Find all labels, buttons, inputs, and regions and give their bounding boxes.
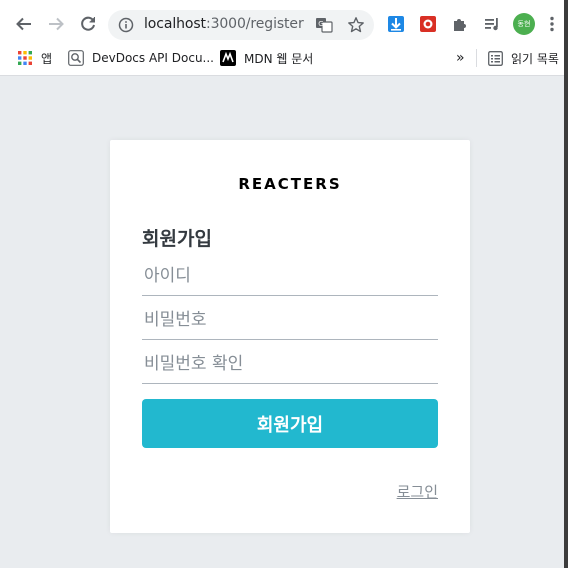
- password-confirm-input[interactable]: [142, 344, 438, 384]
- forward-button[interactable]: [44, 12, 68, 36]
- puzzle-extensions-icon[interactable]: [450, 14, 470, 34]
- back-button[interactable]: [12, 12, 36, 36]
- translate-icon[interactable]: G: [314, 15, 334, 35]
- arrow-right-icon: [49, 17, 64, 31]
- reload-button[interactable]: [76, 12, 100, 36]
- reading-list-icon: [487, 50, 503, 66]
- register-card: REACTERS 회원가입 회원가입 로그인: [110, 140, 470, 533]
- devdocs-icon: [68, 50, 84, 66]
- kebab-menu-icon[interactable]: [546, 14, 558, 34]
- bookmark-devdocs[interactable]: DevDocs API Docu...: [68, 48, 214, 68]
- bookmark-label: MDN 웹 문서: [244, 51, 314, 66]
- bookmark-star-icon[interactable]: [346, 15, 366, 35]
- window-edge: [564, 0, 568, 568]
- form-title: 회원가입: [142, 228, 212, 250]
- apps-grid-icon: [17, 50, 33, 66]
- overflow-chevron-icon: »: [456, 50, 465, 66]
- profile-avatar[interactable]: 동현: [512, 12, 536, 36]
- login-link[interactable]: 로그인: [397, 481, 438, 502]
- bookmark-divider: [476, 49, 477, 67]
- reload-icon: [81, 16, 95, 31]
- site-logo[interactable]: REACTERS: [110, 175, 470, 193]
- arrow-left-icon: [16, 17, 31, 31]
- reading-list-button[interactable]: 읽기 목록: [487, 48, 559, 68]
- bookmarks-overflow-button[interactable]: »: [456, 48, 465, 68]
- media-queue-icon[interactable]: [482, 14, 502, 34]
- url-text: localhost:3000/register: [144, 16, 304, 32]
- browser-chrome: localhost:3000/register G 동현 앱 DevDocs A…: [0, 0, 564, 76]
- svg-text:G: G: [318, 20, 323, 28]
- register-submit-button[interactable]: 회원가입: [142, 399, 438, 448]
- bookmark-label: DevDocs API Docu...: [92, 51, 214, 65]
- bookmark-apps[interactable]: 앱: [17, 48, 52, 68]
- reading-list-label: 읽기 목록: [511, 51, 559, 66]
- username-input[interactable]: [142, 256, 438, 296]
- address-bar[interactable]: localhost:3000/register G: [108, 10, 374, 40]
- password-input[interactable]: [142, 300, 438, 340]
- bookmark-mdn[interactable]: MDN 웹 문서: [220, 48, 313, 68]
- site-info-icon[interactable]: [116, 15, 136, 35]
- mdn-icon: [220, 50, 236, 66]
- profile-badge-text: 동현: [513, 13, 535, 35]
- download-extension-icon[interactable]: [386, 14, 406, 34]
- red-extension-icon[interactable]: [418, 14, 438, 34]
- bookmark-label: 앱: [41, 51, 53, 66]
